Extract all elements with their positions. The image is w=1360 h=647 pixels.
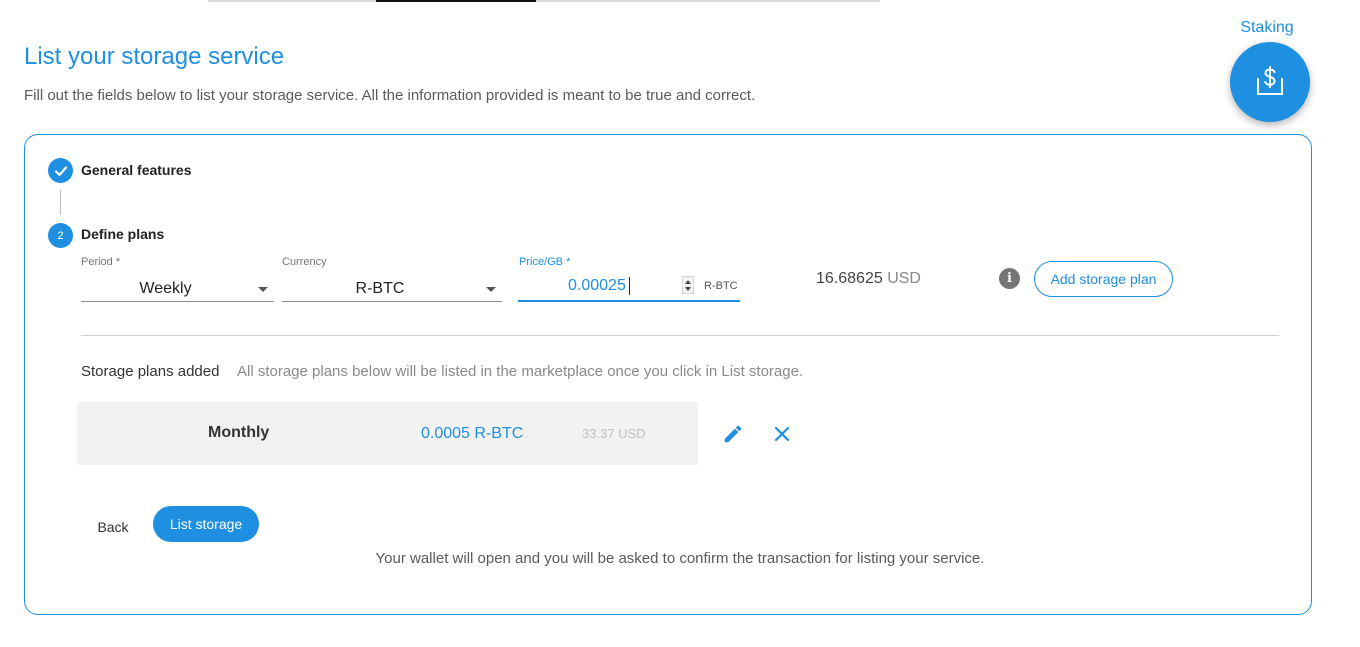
plan-usd: 33.37 USD: [582, 426, 646, 441]
plans-heading: Storage plans added: [81, 363, 220, 380]
top-tab-track: [208, 0, 880, 2]
list-storage-button[interactable]: List storage: [153, 506, 259, 542]
step-number-badge: 2: [48, 223, 73, 248]
page-subtitle: Fill out the fields below to list your s…: [24, 87, 756, 104]
step-connector: [60, 190, 61, 215]
edit-icon[interactable]: [720, 421, 746, 447]
step-general-features[interactable]: General features: [81, 162, 192, 178]
period-select[interactable]: Weekly: [81, 276, 274, 302]
top-tab-indicator: [376, 0, 536, 2]
staking-button[interactable]: [1230, 42, 1310, 122]
stepper-down-icon: [685, 287, 691, 291]
step-define-plans[interactable]: Define plans: [81, 226, 164, 242]
add-storage-plan-button[interactable]: Add storage plan: [1034, 261, 1173, 297]
price-unit: R-BTC: [704, 280, 738, 292]
currency-select[interactable]: R-BTC: [282, 276, 502, 302]
check-icon: [48, 158, 73, 183]
usd-equivalent: 16.68625 USD: [816, 270, 921, 288]
currency-value: R-BTC: [355, 280, 405, 297]
chevron-down-icon: [258, 287, 268, 292]
usd-amount-value: 16.68625: [816, 270, 883, 287]
period-label: Period *: [81, 256, 121, 268]
dollar-wallet-icon: [1257, 66, 1283, 95]
plan-row: Monthly 0.0005 R-BTC 33.37 USD: [77, 402, 698, 465]
back-button[interactable]: Back: [88, 514, 138, 540]
plans-note: All storage plans below will be listed i…: [237, 363, 804, 380]
page-title: List your storage service: [24, 43, 285, 70]
close-icon[interactable]: [769, 421, 795, 447]
price-per-gb-input[interactable]: 0.00025 R-BTC: [518, 272, 740, 302]
plan-period: Monthly: [208, 424, 270, 441]
staking-label: Staking: [1240, 19, 1294, 36]
period-value: Weekly: [139, 280, 192, 297]
info-icon[interactable]: i: [999, 268, 1020, 289]
wallet-note: Your wallet will open and you will be as…: [375, 550, 985, 567]
price-value: 0.00025: [568, 277, 626, 294]
stepper-up-icon: [685, 280, 691, 284]
plan-price: 0.0005 R-BTC: [421, 425, 524, 442]
chevron-down-icon: [486, 287, 496, 292]
usd-currency: USD: [887, 270, 921, 287]
text-cursor: [629, 277, 630, 295]
price-label: Price/GB *: [519, 256, 571, 268]
section-divider: [81, 335, 1279, 336]
number-stepper[interactable]: [682, 276, 694, 294]
currency-label: Currency: [282, 256, 327, 268]
